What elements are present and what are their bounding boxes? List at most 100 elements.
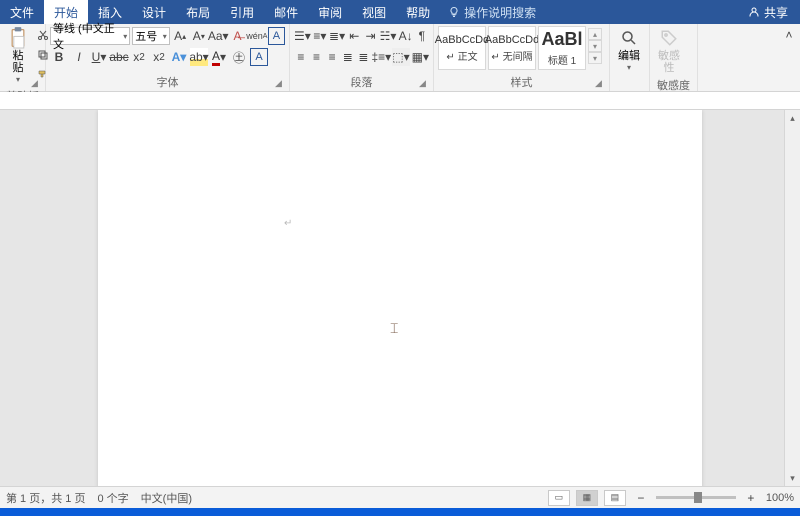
shading-button[interactable]: ⬚▾: [392, 48, 409, 66]
align-center-button[interactable]: ≡: [310, 48, 324, 66]
view-web-layout[interactable]: ▤: [604, 490, 626, 506]
status-bar: 第 1 页，共 1 页 0 个字 中文(中国) ▭ ▦ ▤ − + 100%: [0, 486, 800, 508]
tab-view[interactable]: 视图: [352, 0, 396, 24]
paragraph-mark-icon: ↵: [284, 218, 292, 229]
search-icon: [619, 28, 639, 48]
scroll-down-button[interactable]: ▾: [785, 470, 800, 486]
highlight-button[interactable]: ab▾: [190, 48, 208, 66]
horizontal-ruler[interactable]: [0, 92, 800, 110]
document-page[interactable]: ↵: [98, 110, 702, 486]
group-editing-label: [614, 89, 645, 91]
style-heading1[interactable]: AaBl 标题 1: [538, 26, 586, 70]
tab-layout[interactable]: 布局: [176, 0, 220, 24]
align-distribute-button[interactable]: ≣: [357, 48, 371, 66]
styles-dialog-launcher[interactable]: ◢: [595, 78, 607, 90]
zoom-out-button[interactable]: −: [632, 489, 650, 507]
tell-me-label: 操作说明搜索: [464, 4, 536, 21]
clipboard-icon: [8, 28, 28, 48]
tag-icon: [659, 28, 679, 48]
group-font-label: 字体: [50, 73, 285, 91]
status-word-count[interactable]: 0 个字: [97, 490, 128, 506]
tell-me-search[interactable]: 操作说明搜索: [440, 0, 544, 24]
font-dialog-launcher[interactable]: ◢: [275, 78, 287, 90]
share-label: 共享: [764, 4, 788, 21]
line-spacing-button[interactable]: ‡≡▾: [372, 48, 390, 66]
numbering-button[interactable]: ≡▾: [313, 27, 327, 45]
styles-expand[interactable]: ▾: [588, 52, 602, 64]
person-icon: [748, 6, 760, 18]
shrink-font-button[interactable]: A▾: [190, 27, 207, 45]
phonetic-guide-button[interactable]: wénA: [248, 27, 266, 45]
character-shading-button[interactable]: A: [250, 48, 268, 66]
strikethrough-button[interactable]: abc: [110, 48, 128, 66]
tab-review[interactable]: 审阅: [308, 0, 352, 24]
subscript-button[interactable]: x2: [130, 48, 148, 66]
styles-gallery-more: ▴ ▾ ▾: [588, 26, 602, 66]
share-button[interactable]: 共享: [736, 4, 800, 21]
bullets-button[interactable]: ☰▾: [294, 27, 311, 45]
scroll-track[interactable]: [785, 126, 800, 470]
font-color-button[interactable]: A▾: [210, 48, 228, 66]
decrease-indent-button[interactable]: ⇤: [347, 27, 361, 45]
font-size-combo[interactable]: 五号▾: [132, 27, 170, 45]
zoom-slider[interactable]: [656, 496, 736, 499]
increase-indent-button[interactable]: ⇥: [363, 27, 377, 45]
clear-formatting-button[interactable]: A̶: [229, 27, 246, 45]
bold-button[interactable]: B: [50, 48, 68, 66]
enclose-characters-button[interactable]: ㊏: [230, 48, 248, 66]
asian-layout-button[interactable]: ☵▾: [380, 27, 397, 45]
group-paragraph-label: 段落: [294, 73, 429, 91]
change-case-button[interactable]: Aa▾: [209, 27, 227, 45]
italic-button[interactable]: I: [70, 48, 88, 66]
vertical-scrollbar[interactable]: ▴ ▾: [784, 110, 800, 486]
sensitivity-button[interactable]: 敏感 性: [654, 26, 684, 76]
text-effects-button[interactable]: A▾: [170, 48, 188, 66]
style-nospacing-preview: AaBbCcDd: [485, 34, 539, 46]
tab-help[interactable]: 帮助: [396, 0, 440, 24]
taskbar: [0, 508, 800, 516]
view-read-mode[interactable]: ▭: [548, 490, 570, 506]
group-font: 等线 (中文正文▾ 五号▾ A▴ A▾ Aa▾ A̶ wénA A B I U▾: [46, 24, 290, 91]
status-page[interactable]: 第 1 页，共 1 页: [6, 490, 85, 506]
paragraph-dialog-launcher[interactable]: ◢: [419, 78, 431, 90]
clipboard-dialog-launcher[interactable]: ◢: [31, 78, 43, 90]
character-border-button[interactable]: A: [268, 27, 285, 45]
zoom-slider-thumb[interactable]: [694, 492, 702, 503]
align-justify-button[interactable]: ≣: [341, 48, 355, 66]
styles-scroll-up[interactable]: ▴: [588, 28, 602, 40]
grow-font-button[interactable]: A▴: [172, 27, 189, 45]
sort-button[interactable]: A↓: [398, 27, 412, 45]
show-marks-button[interactable]: ¶: [415, 27, 429, 45]
paste-label: 粘贴: [8, 50, 28, 74]
document-area: ↵ ⌶ ▴ ▾: [0, 110, 800, 486]
borders-button[interactable]: ▦▾: [412, 48, 429, 66]
style-no-spacing[interactable]: AaBbCcDd ↵ 无间隔: [488, 26, 536, 70]
view-print-layout[interactable]: ▦: [576, 490, 598, 506]
lightbulb-icon: [448, 6, 460, 18]
editing-button[interactable]: 编辑 ▾: [614, 26, 644, 75]
style-nospacing-name: ↵ 无间隔: [491, 48, 532, 63]
paste-button[interactable]: 粘贴 ▾: [4, 26, 32, 87]
tab-references[interactable]: 引用: [220, 0, 264, 24]
align-left-button[interactable]: ≡: [294, 48, 308, 66]
tab-mailings[interactable]: 邮件: [264, 0, 308, 24]
scroll-up-button[interactable]: ▴: [785, 110, 800, 126]
zoom-level[interactable]: 100%: [766, 492, 794, 504]
zoom-in-button[interactable]: +: [742, 489, 760, 507]
tab-design[interactable]: 设计: [132, 0, 176, 24]
status-language[interactable]: 中文(中国): [141, 490, 192, 506]
styles-scroll-down[interactable]: ▾: [588, 40, 602, 52]
superscript-button[interactable]: x2: [150, 48, 168, 66]
chevron-down-icon: ▾: [16, 76, 20, 85]
editing-label: 编辑: [618, 50, 640, 62]
font-name-combo[interactable]: 等线 (中文正文▾: [50, 27, 130, 45]
multilevel-list-button[interactable]: ≣▾: [329, 27, 345, 45]
collapse-ribbon-button[interactable]: ˄: [780, 26, 798, 44]
style-normal[interactable]: AaBbCcDd ↵ 正文: [438, 26, 486, 70]
ribbon: 粘贴 ▾ 剪贴板 ◢ 等线 (中文: [0, 24, 800, 92]
tab-file[interactable]: 文件: [0, 0, 44, 24]
align-right-button[interactable]: ≡: [325, 48, 339, 66]
group-editing: 编辑 ▾: [610, 24, 650, 91]
underline-button[interactable]: U▾: [90, 48, 108, 66]
font-size-value: 五号: [135, 28, 157, 44]
